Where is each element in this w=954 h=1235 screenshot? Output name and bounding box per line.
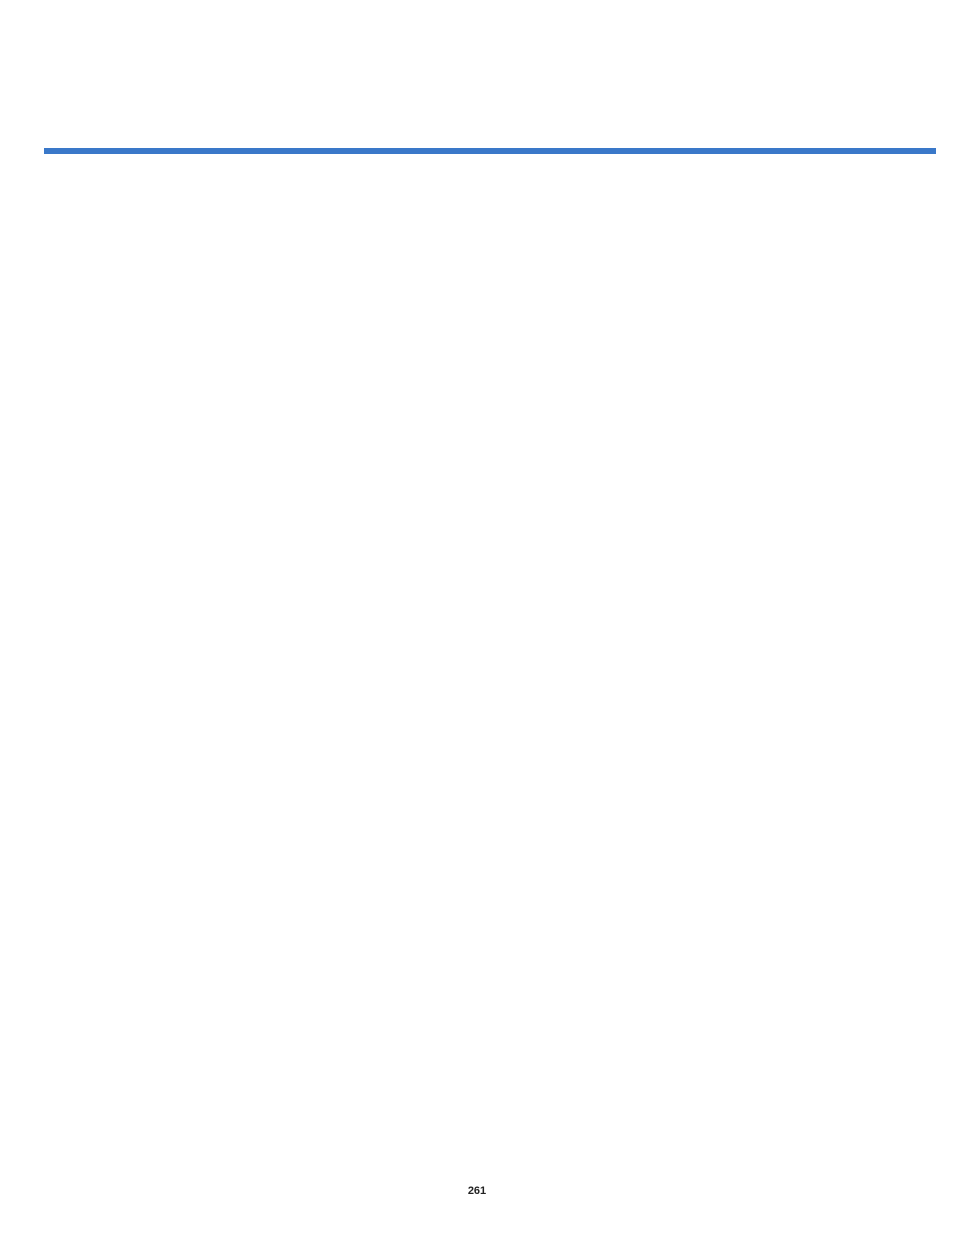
page-number: 261	[0, 1185, 954, 1197]
header-rule	[44, 148, 936, 154]
document-page: 261	[0, 0, 954, 1235]
